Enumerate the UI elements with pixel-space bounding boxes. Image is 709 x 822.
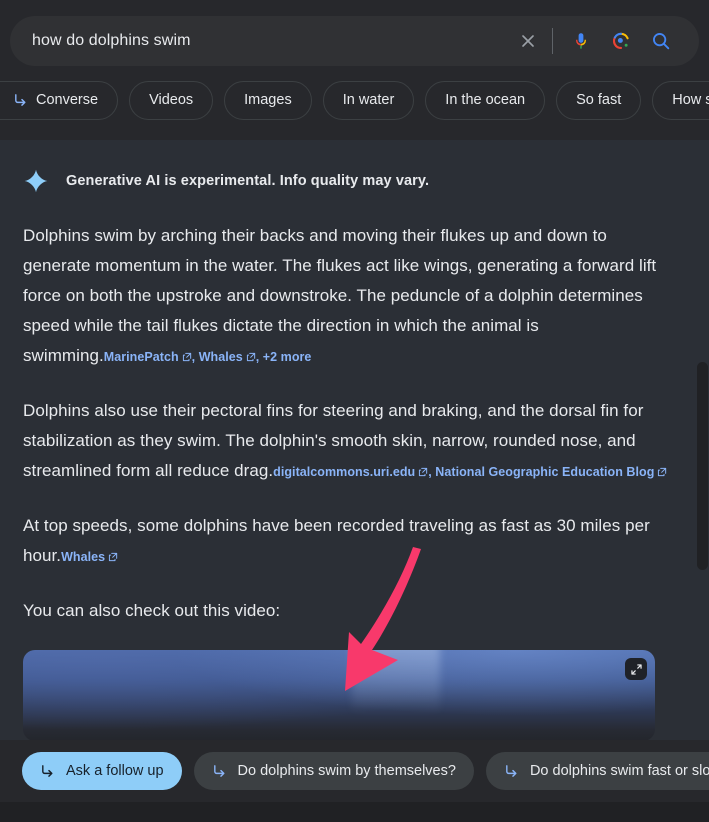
citation-link[interactable]: Whales	[199, 350, 256, 364]
generative-ai-disclaimer: Generative AI is experimental. Info qual…	[23, 168, 669, 194]
chip-so-fast[interactable]: So fast	[556, 80, 642, 120]
chip-label: How shallow	[672, 92, 709, 108]
citation-label: National Geographic Education Blog	[435, 465, 655, 479]
followup-chips-row[interactable]: Ask a follow up Do dolphins swim by them…	[0, 752, 709, 790]
clear-search-button[interactable]	[508, 21, 548, 61]
citation-label: digitalcommons.uri.edu	[273, 465, 416, 479]
ai-answer-panel: Generative AI is experimental. Info qual…	[0, 140, 709, 740]
external-link-icon	[246, 352, 255, 362]
search-icon	[653, 33, 670, 50]
disclaimer-text: Generative AI is experimental. Info qual…	[66, 173, 430, 189]
chip-label: In water	[342, 92, 395, 108]
external-link-icon	[109, 552, 118, 562]
external-link-icon	[182, 352, 191, 362]
search-bar	[10, 16, 699, 66]
citation-link[interactable]: MarinePatch	[104, 350, 192, 364]
voice-search-button[interactable]	[561, 21, 601, 61]
google-sge-answer-screen: Converse Videos Images In water In the o…	[0, 0, 709, 822]
video-thumbnail[interactable]	[23, 650, 655, 740]
citation-label: MarinePatch	[103, 350, 179, 364]
chip-in-water[interactable]: In water	[322, 80, 415, 120]
expand-video-button[interactable]	[625, 658, 647, 680]
chip-converse[interactable]: Converse	[0, 80, 119, 120]
citation-label: Whales	[61, 550, 106, 564]
chip-label: Converse	[36, 92, 99, 108]
panel-scrollbar-track[interactable]	[697, 280, 709, 740]
external-link-icon	[419, 467, 428, 477]
chip-videos[interactable]: Videos	[129, 80, 214, 120]
followup-chip-fast-or-slow[interactable]: Do dolphins swim fast or slow?	[485, 752, 709, 790]
citation-separator: ,	[255, 350, 263, 364]
converse-arrow-icon	[15, 93, 26, 106]
chip-label: So fast	[576, 92, 622, 108]
chip-label: In the ocean	[445, 92, 526, 108]
chip-images[interactable]: Images	[224, 80, 312, 120]
microphone-icon	[576, 33, 586, 49]
followup-label: Do dolphins swim by themselves?	[237, 763, 456, 779]
followup-label: Do dolphins swim fast or slow?	[529, 763, 709, 779]
expand-icon	[630, 663, 642, 675]
citation-link[interactable]: National Geographic Education Blog	[435, 465, 667, 479]
converse-arrow-icon	[506, 764, 517, 777]
converse-arrow-icon	[42, 764, 53, 777]
search-box[interactable]	[10, 16, 699, 66]
panel-scrollbar-thumb[interactable]	[697, 362, 708, 570]
lens-search-button[interactable]	[601, 21, 641, 61]
bottom-strip	[0, 802, 709, 822]
chip-label: Videos	[149, 92, 194, 108]
search-input[interactable]	[32, 32, 508, 50]
ai-answer-content: Generative AI is experimental. Info qual…	[0, 140, 709, 740]
answer-paragraph-2: Dolphins also use their pectoral fins fo…	[23, 396, 669, 487]
citation-separator: ,	[191, 350, 199, 364]
citation-more-link[interactable]: +2 more	[263, 350, 312, 364]
chip-how-shallow[interactable]: How shallow	[652, 80, 709, 120]
answer-paragraph-3: At top speeds, some dolphins have been r…	[23, 511, 669, 572]
google-lens-icon	[612, 32, 629, 50]
citation-link[interactable]: digitalcommons.uri.edu	[273, 465, 428, 479]
sparkle-icon	[24, 169, 48, 193]
search-submit-button[interactable]	[641, 21, 681, 61]
chip-label: Images	[244, 92, 292, 108]
search-actions	[508, 21, 681, 61]
search-divider	[552, 28, 553, 54]
external-link-icon	[658, 467, 667, 477]
chip-in-the-ocean[interactable]: In the ocean	[425, 80, 546, 120]
refinement-chips-row[interactable]: Converse Videos Images In water In the o…	[0, 80, 709, 120]
answer-paragraph-1: Dolphins swim by arching their backs and…	[23, 221, 669, 372]
citation-label: Whales	[198, 350, 243, 364]
citation-link[interactable]: Whales	[61, 550, 118, 564]
converse-arrow-icon	[213, 764, 225, 777]
video-intro-text: You can also check out this video:	[23, 601, 281, 620]
followup-chip-themselves[interactable]: Do dolphins swim by themselves?	[193, 752, 474, 790]
followup-label: Ask a follow up	[66, 763, 164, 779]
ask-follow-up-button[interactable]: Ask a follow up	[22, 752, 182, 790]
paragraph-text: Dolphins swim by arching their backs and…	[23, 226, 657, 365]
close-icon	[522, 35, 534, 47]
